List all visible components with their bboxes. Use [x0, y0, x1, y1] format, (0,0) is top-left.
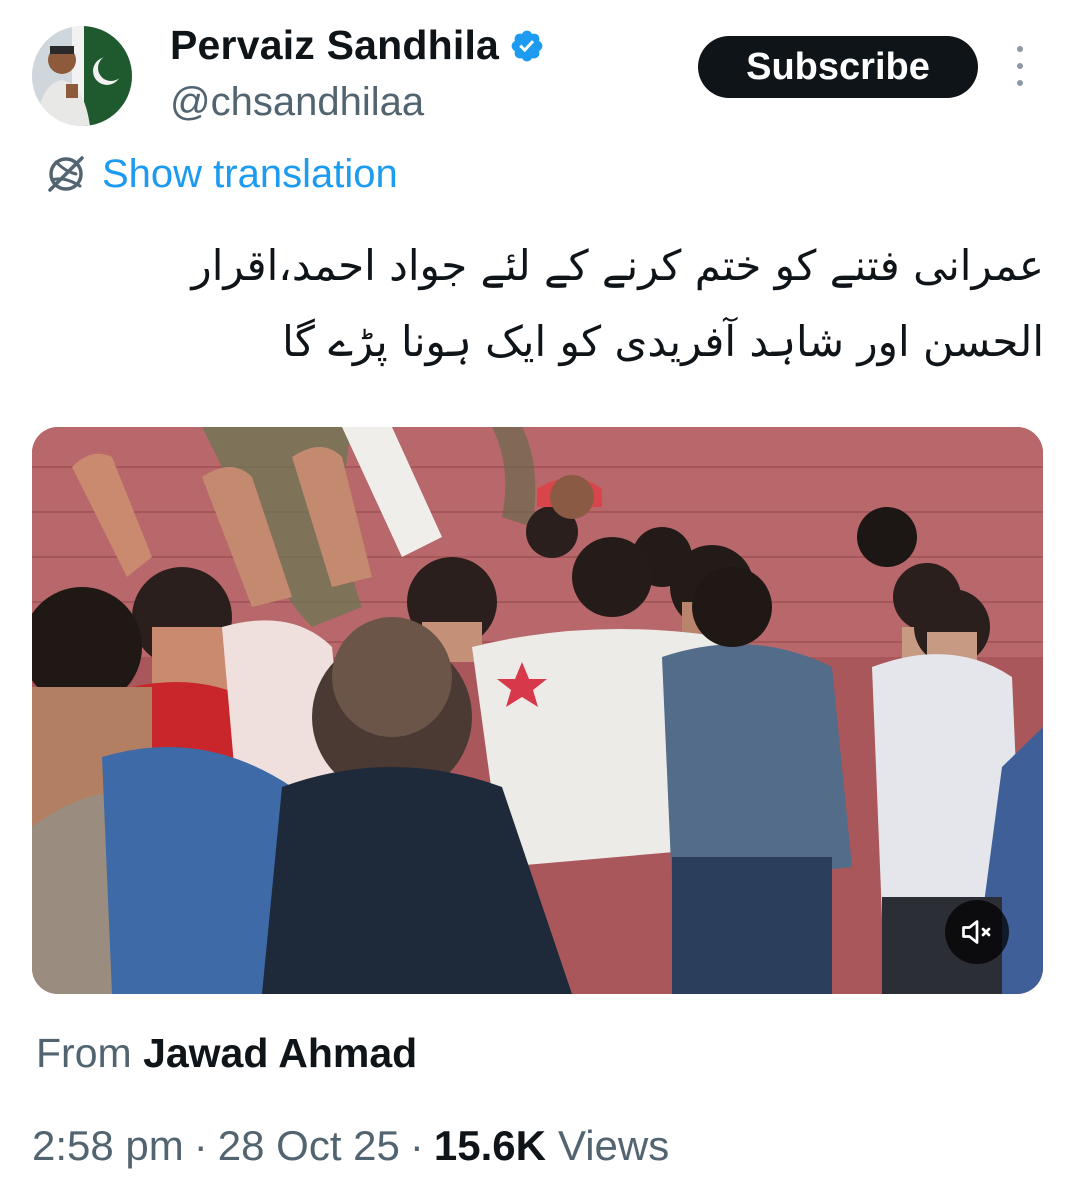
author-display-name[interactable]: Pervaiz Sandhila	[170, 22, 499, 69]
more-dot	[1017, 46, 1023, 52]
meta-separator: ·	[409, 1122, 424, 1169]
tweet-text-line: الحسن اور شاہد آفریدی کو ایک ہونا پڑے گا	[282, 317, 1044, 366]
author-handle[interactable]: @chsandhilaa	[170, 80, 424, 125]
tweet-date[interactable]: 28 Oct 25	[218, 1122, 400, 1170]
video-frame	[32, 427, 1043, 994]
show-translation-label[interactable]: Show translation	[102, 152, 398, 197]
muted-speaker-icon	[962, 920, 991, 944]
tweet-time[interactable]: 2:58 pm	[32, 1122, 184, 1170]
source-prefix: From	[36, 1030, 132, 1076]
mute-toggle-button[interactable]	[945, 900, 1009, 964]
tweet-meta: 2:58 pm · 28 Oct 25 · 15.6K Views	[32, 1122, 669, 1170]
verified-badge-icon	[511, 30, 543, 61]
more-dot	[1017, 80, 1023, 86]
source-name-link[interactable]: Jawad Ahmad	[143, 1030, 417, 1076]
meta-separator: ·	[193, 1122, 208, 1169]
tweet-video[interactable]	[32, 427, 1043, 994]
author-avatar[interactable]	[32, 26, 132, 126]
tweet-text-line: عمرانی فتنے کو ختم کرنے کے لئے جواد احمد…	[191, 241, 1044, 290]
translate-globe-icon	[48, 156, 84, 192]
tweet-text: عمرانی فتنے کو ختم کرنے کے لئے جواد احمد…	[60, 228, 1044, 380]
author-name-row[interactable]: Pervaiz Sandhila	[170, 22, 545, 69]
views-count: 15.6K	[433, 1122, 546, 1169]
more-dot	[1017, 63, 1023, 69]
tweet-card: Pervaiz Sandhila @chsandhilaa Subscribe …	[0, 0, 1072, 1200]
source-attribution: From Jawad Ahmad	[36, 1030, 417, 1077]
show-translation-link[interactable]: Show translation	[42, 150, 398, 198]
avatar-image	[32, 26, 132, 126]
more-options-icon[interactable]	[1008, 46, 1032, 86]
subscribe-button[interactable]: Subscribe	[698, 36, 978, 98]
views-label: Views	[557, 1122, 670, 1169]
